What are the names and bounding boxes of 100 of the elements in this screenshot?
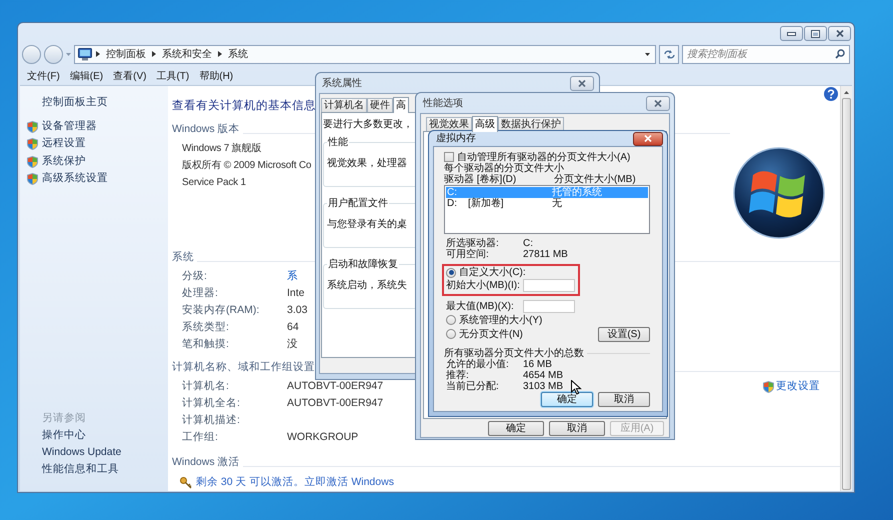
radio-label: 自定义大小(C): <box>459 266 526 280</box>
address-bar[interactable]: 控制面板 系统和安全 系统 <box>74 44 656 64</box>
field-value: C: <box>523 238 533 249</box>
field-value: 3103 MB <box>523 381 564 392</box>
shield-icon <box>27 120 38 133</box>
field-label: 分级: <box>182 268 208 284</box>
dialog-button[interactable]: 取消 <box>549 421 605 436</box>
menu-item[interactable]: 查看(V) <box>113 68 146 84</box>
drive-row[interactable]: D: [新加卷] 无 <box>446 198 648 209</box>
field-value: 4654 MB <box>523 370 564 381</box>
field-label: 处理器: <box>182 286 219 301</box>
dialog-button[interactable]: 取消 <box>598 392 650 407</box>
group-title: 启动和故障恢复 <box>327 258 399 272</box>
section-heading: 计算机名称、域和工作组设置 <box>172 360 315 375</box>
dropdown-caret-icon[interactable] <box>645 52 650 56</box>
close-button[interactable] <box>828 26 851 41</box>
field-value: WORKGROUP <box>287 430 358 445</box>
field-label: 安装内存(RAM): <box>182 302 260 318</box>
shield-icon <box>27 156 38 168</box>
menu-item[interactable]: 编辑(E) <box>70 68 104 84</box>
field-value: Inte <box>287 286 305 301</box>
field-value: 64 <box>287 320 299 335</box>
radio-button[interactable] <box>446 329 456 339</box>
set-button[interactable]: 设置(S) <box>598 326 650 342</box>
close-button[interactable] <box>633 132 663 146</box>
page-title: 查看有关计算机的基本信息 <box>172 98 316 114</box>
section-label: 每个驱动器的分页文件大小 <box>444 163 565 174</box>
edition-text: 版权所有 © 2009 Microsoft Co <box>182 158 312 173</box>
tab[interactable]: 硬件 <box>367 98 393 112</box>
group-title: 用户配置文件 <box>327 196 389 211</box>
maximum-size-field[interactable] <box>523 300 575 313</box>
sidebar-link[interactable]: 高级系统设置 <box>42 171 108 188</box>
minimize-button[interactable] <box>780 26 803 41</box>
tab[interactable]: 高级 <box>472 116 498 132</box>
field-value: 3.03 <box>287 302 308 318</box>
menu-item[interactable]: 帮助(H) <box>199 68 234 84</box>
maximize-icon <box>811 30 820 38</box>
sidebar-link[interactable]: 远程设置 <box>42 136 86 152</box>
breadcrumb-item[interactable]: 系统和安全 <box>160 46 214 62</box>
help-icon[interactable] <box>824 87 838 101</box>
radio-button[interactable] <box>446 268 456 278</box>
field-value: 16 MB <box>523 359 552 370</box>
tab[interactable]: 数据执行保护 <box>498 117 564 131</box>
sidebar-link[interactable]: 设备管理器 <box>42 118 97 135</box>
group-text: 系统启动，系统失 <box>327 278 407 293</box>
field-value: AUTOBVT-00ER947 <box>287 378 384 394</box>
radio-label: 无分页文件(N) <box>459 328 523 342</box>
field-label: 系统类型: <box>182 320 230 335</box>
sidebar-link[interactable]: Windows Update <box>42 444 168 461</box>
refresh-button[interactable] <box>659 44 679 64</box>
chevron-icon <box>96 51 100 57</box>
breadcrumb-item[interactable]: 系统 <box>226 46 250 62</box>
close-button[interactable] <box>646 96 670 110</box>
up-arrow-icon <box>844 90 849 94</box>
sidebar-link[interactable]: 控制面板主页 <box>20 94 168 110</box>
dialog-button[interactable]: 确定 <box>488 421 544 436</box>
activation-link[interactable]: 剩余 30 天 可以激活。立即激活 Windows <box>196 474 394 490</box>
close-icon <box>654 100 662 106</box>
chevron-icon <box>218 51 222 57</box>
group-title: 性能 <box>327 136 349 150</box>
field-label: 计算机全名: <box>182 396 241 411</box>
group-text: 视觉效果，处理器 <box>327 156 407 171</box>
menu-item[interactable]: 文件(F) <box>27 68 60 84</box>
field-label: 计算机名: <box>182 378 230 394</box>
field-label: 可用空间: <box>446 249 490 260</box>
sidebar-link[interactable]: 系统保护 <box>42 154 86 170</box>
search-field[interactable]: 搜索控制面板 <box>682 44 850 64</box>
change-settings-link[interactable]: 更改设置 <box>776 378 820 395</box>
edition-text: Service Pack 1 <box>182 176 246 190</box>
shield-icon <box>763 380 774 393</box>
field-label: 工作组: <box>182 430 219 445</box>
close-button[interactable] <box>570 76 594 90</box>
close-icon <box>644 135 652 142</box>
scrollbar-thumb[interactable] <box>842 98 851 490</box>
radio-button[interactable] <box>446 315 456 325</box>
menu-item[interactable]: 工具(T) <box>156 68 190 84</box>
search-icon[interactable] <box>835 49 845 59</box>
maximize-button[interactable] <box>804 26 827 41</box>
tab[interactable]: 高 <box>393 97 409 113</box>
key-icon <box>180 476 192 489</box>
column-header: 驱动器 [卷标](D) <box>444 174 518 185</box>
dialog-title: 系统属性 <box>322 76 362 90</box>
monitor-icon <box>78 48 92 60</box>
checkbox[interactable] <box>444 152 454 162</box>
shield-icon <box>27 173 38 186</box>
breadcrumb-item[interactable]: 控制面板 <box>104 46 148 62</box>
edition-text: Windows 7 旗舰版 <box>182 142 262 156</box>
minimize-icon <box>787 32 796 36</box>
field-label: 推荐: <box>446 370 470 381</box>
tab[interactable]: 计算机名 <box>321 98 367 112</box>
sidebar-link[interactable]: 性能信息和工具 <box>42 461 168 478</box>
dialog-button[interactable]: 确定 <box>541 392 593 407</box>
close-icon <box>578 80 586 86</box>
sidebar-link[interactable]: 操作中心 <box>42 427 168 444</box>
cursor-icon <box>571 380 582 395</box>
initial-size-field[interactable] <box>523 279 575 292</box>
chevron-icon <box>152 51 156 57</box>
rating-link[interactable]: 系 <box>287 268 298 285</box>
checkbox-label: 自动管理所有驱动器的分页文件大小(A) <box>457 150 630 162</box>
tab[interactable]: 视觉效果 <box>426 117 472 131</box>
